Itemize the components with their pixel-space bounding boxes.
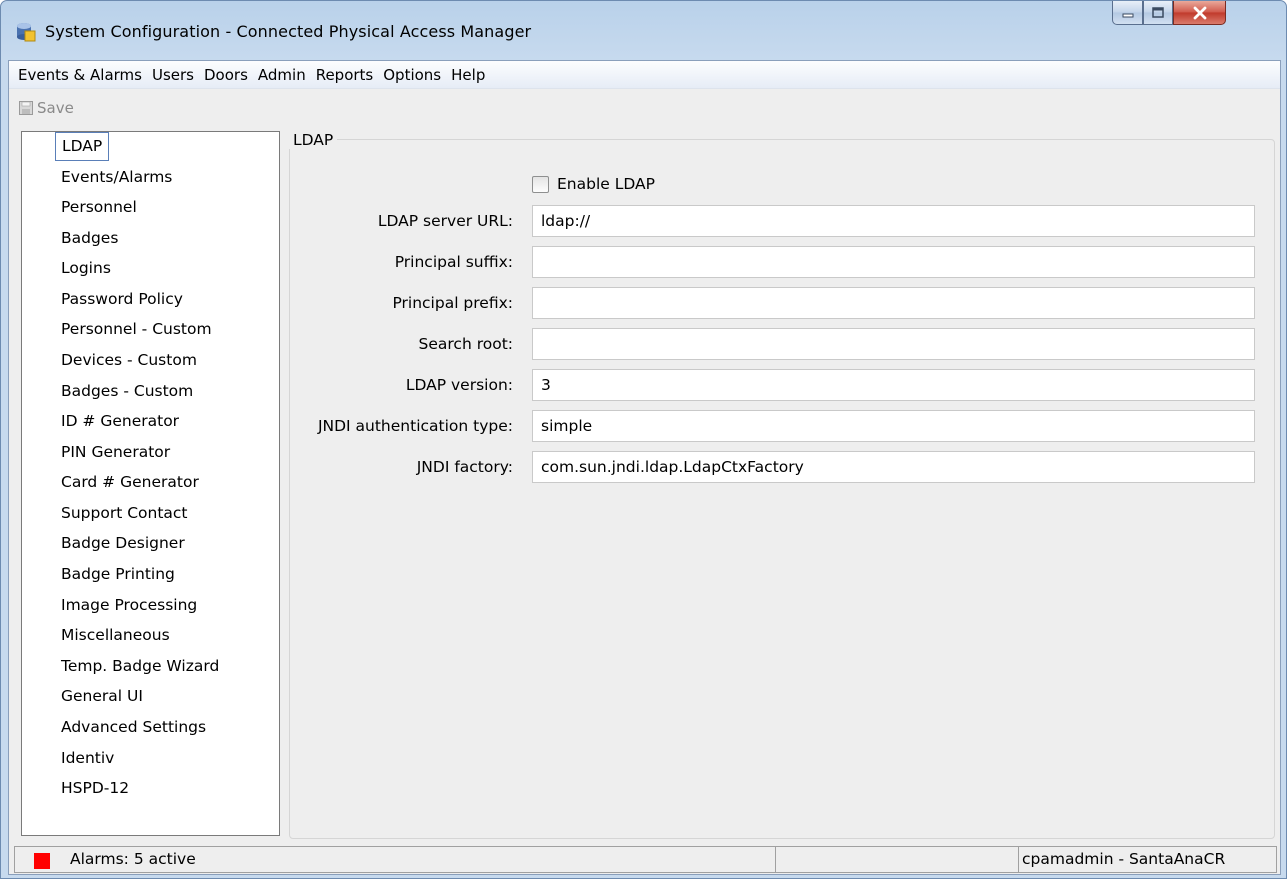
jndi-auth-type-label: JNDI authentication type: [317,417,513,435]
status-divider [1018,847,1019,872]
app-icon [17,23,36,42]
nav-item-personnel[interactable]: Personnel [55,193,143,222]
nav-item-devices-custom[interactable]: Devices - Custom [55,346,203,375]
nav-item-general-ui[interactable]: General UI [55,682,149,711]
principal-suffix-input[interactable] [532,246,1255,278]
nav-item-support-contact[interactable]: Support Contact [55,499,194,528]
nav-item-temp-badge-wizard[interactable]: Temp. Badge Wizard [55,652,225,681]
nav-item-badge-printing[interactable]: Badge Printing [55,560,181,589]
maximize-icon [1152,6,1164,18]
menu-help[interactable]: Help [446,62,490,88]
menu-options[interactable]: Options [378,62,446,88]
settings-category-list: LDAP Events/Alarms Personnel Badges Logi… [21,131,280,836]
principal-prefix-label: Principal prefix: [392,294,513,312]
nav-item-badges-custom[interactable]: Badges - Custom [55,377,199,406]
save-button[interactable]: Save [19,99,74,117]
principal-suffix-label: Principal suffix: [394,253,513,271]
nav-item-password-policy[interactable]: Password Policy [55,285,189,314]
nav-item-miscellaneous[interactable]: Miscellaneous [55,621,176,650]
nav-item-events-alarms[interactable]: Events/Alarms [55,163,178,192]
maximize-button[interactable] [1143,1,1173,25]
minimize-button[interactable] [1112,1,1143,25]
title-bar[interactable]: System Configuration - Connected Physica… [1,1,1286,61]
toolbar: Save [9,90,1280,126]
jndi-factory-input[interactable] [532,451,1255,483]
nav-item-advanced-settings[interactable]: Advanced Settings [55,713,212,742]
menu-users[interactable]: Users [147,62,199,88]
save-label: Save [37,99,74,117]
close-button[interactable] [1173,1,1226,25]
enable-ldap-checkbox[interactable] [532,175,549,193]
nav-item-pin-generator[interactable]: PIN Generator [55,438,176,467]
search-root-input[interactable] [532,328,1255,360]
menu-doors[interactable]: Doors [199,62,253,88]
nav-item-ldap[interactable]: LDAP [55,132,110,161]
nav-item-personnel-custom[interactable]: Personnel - Custom [55,315,218,344]
jndi-factory-label: JNDI factory: [416,458,513,476]
ldap-version-label: LDAP version: [405,376,513,394]
ldap-server-url-input[interactable] [532,205,1255,237]
alarm-status-indicator [34,853,50,869]
ldap-server-url-label: LDAP server URL: [377,212,513,230]
jndi-auth-type-input[interactable] [532,410,1255,442]
nav-item-hspd-12[interactable]: HSPD-12 [55,774,135,803]
alarms-status-text[interactable]: Alarms: 5 active [70,847,196,872]
enable-ldap-row: Enable LDAP [532,175,655,193]
minimize-icon [1122,13,1133,17]
logged-in-user-text: cpamadmin - SantaAnaCR [1022,850,1226,868]
enable-ldap-label[interactable]: Enable LDAP [557,175,655,193]
search-root-label: Search root: [418,335,513,353]
close-icon [1193,6,1206,19]
floppy-disk-icon [19,101,33,115]
nav-item-id-generator[interactable]: ID # Generator [55,407,185,436]
panel-title: LDAP [289,131,338,149]
nav-item-badge-designer[interactable]: Badge Designer [55,529,191,558]
menu-events-alarms[interactable]: Events & Alarms [13,62,147,88]
nav-item-image-processing[interactable]: Image Processing [55,591,203,620]
ldap-settings-panel [289,139,1275,839]
status-bar: Alarms: 5 active cpamadmin - SantaAnaCR [14,846,1277,873]
ldap-version-input[interactable] [532,369,1255,401]
window-title: System Configuration - Connected Physica… [45,22,532,41]
window-client-area: Events & Alarms Users Doors Admin Report… [8,60,1281,875]
menu-reports[interactable]: Reports [311,62,379,88]
application-window: System Configuration - Connected Physica… [0,0,1287,879]
menu-bar: Events & Alarms Users Doors Admin Report… [9,61,1280,89]
nav-item-card-generator[interactable]: Card # Generator [55,468,205,497]
nav-item-logins[interactable]: Logins [55,254,117,283]
status-divider [775,847,776,872]
menu-admin[interactable]: Admin [253,62,311,88]
nav-item-identiv[interactable]: Identiv [55,744,120,773]
principal-prefix-input[interactable] [532,287,1255,319]
nav-item-badges[interactable]: Badges [55,224,124,253]
